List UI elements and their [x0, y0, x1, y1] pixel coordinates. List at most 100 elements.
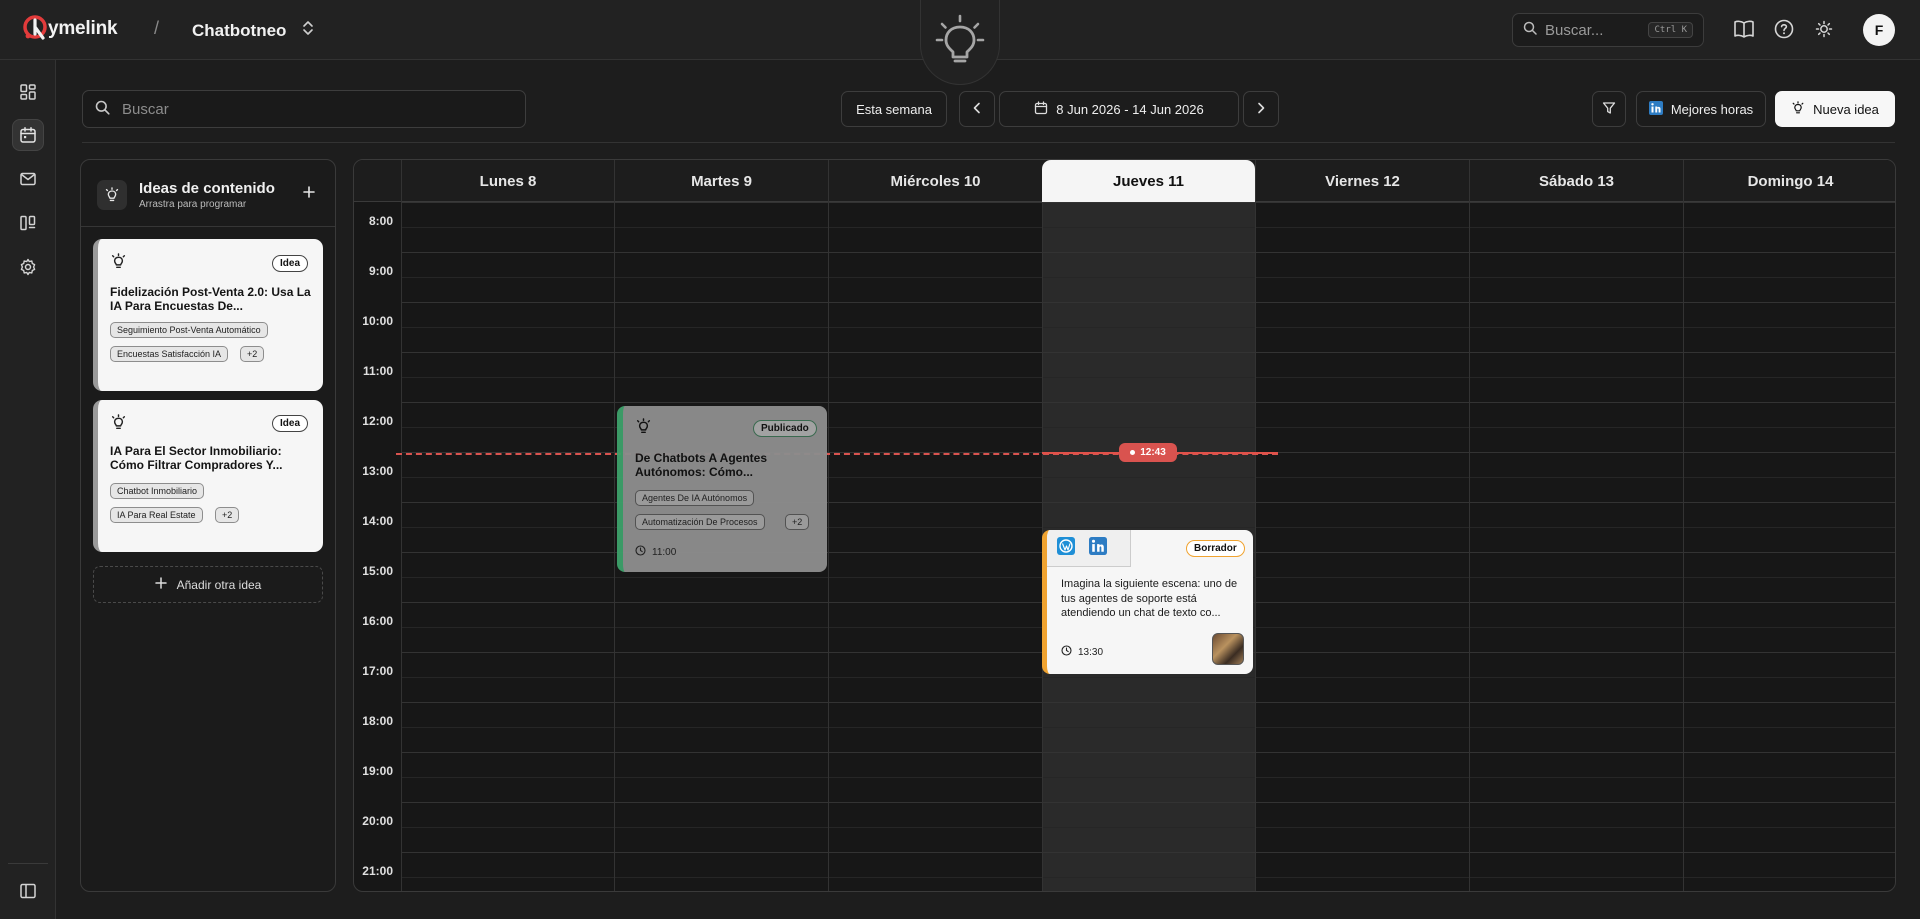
this-week-button[interactable]: Esta semana	[841, 91, 947, 127]
previous-week-button[interactable]	[959, 91, 995, 127]
day-header-wednesday[interactable]: Miércoles 10	[828, 160, 1042, 202]
sun-icon[interactable]	[1812, 17, 1836, 41]
column-divider	[1683, 202, 1684, 891]
hour-label: 18:00	[362, 714, 393, 728]
best-hours-button[interactable]: Mejores horas	[1636, 91, 1766, 127]
idea-title: IA Para El Sector Inmobiliario: Cómo Fil…	[110, 444, 283, 472]
filter-icon	[1602, 101, 1616, 118]
column-divider	[828, 202, 829, 891]
plus-icon	[154, 577, 167, 592]
wordpress-icon[interactable]	[1057, 536, 1075, 560]
draft-event-thumbnail	[1212, 633, 1244, 665]
add-idea-plus-icon[interactable]	[297, 180, 321, 204]
idea-badge: Idea	[272, 255, 309, 272]
hour-label: 11:00	[362, 364, 393, 378]
linkedin-icon	[1648, 100, 1663, 118]
idea-tag: Chatbot Inmobiliario	[110, 483, 205, 499]
calendar-day-header: Lunes 8 Martes 9 Miércoles 10 Jueves 11 …	[354, 160, 1895, 202]
hour-label: 9:00	[368, 264, 393, 278]
half-hour-line	[402, 727, 1895, 728]
app-logo[interactable]: ymelink	[22, 14, 118, 44]
hour-line	[402, 752, 1895, 753]
calendar-grid[interactable]: 8:00 9:00 10:00 11:00 12:00 13:00 14:00 …	[354, 202, 1895, 891]
hour-line	[402, 252, 1895, 253]
day-header-friday[interactable]: Viernes 12	[1255, 160, 1469, 202]
half-hour-line	[402, 227, 1895, 228]
day-header-saturday[interactable]: Sábado 13	[1469, 160, 1683, 202]
filter-button[interactable]	[1592, 91, 1626, 127]
hour-line	[402, 352, 1895, 353]
hour-label: 16:00	[362, 614, 393, 628]
idea-title: Fidelización Post-Venta 2.0: Usa La IA P…	[110, 285, 311, 313]
mail-icon[interactable]	[12, 163, 44, 195]
hour-label: 20:00	[362, 814, 393, 828]
toolbar-divider	[82, 142, 1895, 143]
add-another-idea-button[interactable]: Añadir otra idea	[93, 566, 323, 603]
event-more-tags: +2	[785, 514, 810, 530]
day-header-thursday-today[interactable]: Jueves 11	[1042, 160, 1255, 202]
lightbulb-icon	[110, 414, 127, 436]
project-switcher[interactable]: Chatbotneo	[192, 20, 314, 41]
ideas-panel-header: Ideas de contenido Arrastra para program…	[81, 160, 335, 227]
settings-gear-icon[interactable]	[12, 251, 44, 283]
calendar-icon	[1034, 100, 1048, 118]
lightbulb-icon	[1791, 100, 1805, 118]
idea-card[interactable]: Idea IA Para El Sector Inmobiliario: Cóm…	[93, 400, 323, 552]
calendar-search-input[interactable]: Buscar	[82, 90, 526, 128]
published-event-title: De Chatbots A Agentes Autónomos: Cómo...	[635, 451, 768, 479]
draft-event-time-label: 13:30	[1078, 646, 1104, 658]
lightbulb-icon	[110, 253, 127, 275]
lightbulb-icon	[97, 180, 127, 210]
network-tabs	[1047, 530, 1131, 567]
idea-tag: Encuestas Satisfacción IA	[110, 346, 229, 362]
half-hour-line	[402, 877, 1895, 878]
lightbulb-icon	[635, 418, 652, 440]
published-event-card[interactable]: Publicado De Chatbots A Agentes Autónomo…	[617, 406, 827, 572]
hour-line	[402, 402, 1895, 403]
book-icon[interactable]	[1732, 17, 1756, 41]
chevron-left-icon	[972, 102, 982, 117]
project-name: Chatbotneo	[192, 20, 287, 40]
event-tag: Automatización De Procesos	[635, 514, 765, 530]
new-idea-label: Nueva idea	[1813, 101, 1879, 117]
draft-event-card[interactable]: Borrador Imagina la siguiente escena: un…	[1042, 530, 1253, 674]
idea-bulb-tab[interactable]	[920, 0, 1000, 85]
clock-icon	[1061, 645, 1072, 659]
published-badge: Publicado	[753, 420, 817, 437]
search-shortcut: Ctrl K	[1648, 22, 1693, 38]
linkedin-icon[interactable]	[1089, 536, 1107, 560]
half-hour-line	[402, 277, 1895, 278]
new-idea-button[interactable]: Nueva idea	[1775, 91, 1895, 127]
calendar-icon[interactable]	[12, 119, 44, 151]
current-time-badge: 12:43	[1119, 443, 1177, 462]
half-hour-line	[402, 377, 1895, 378]
next-week-button[interactable]	[1243, 91, 1279, 127]
idea-more-tags: +2	[215, 507, 240, 523]
idea-badge: Idea	[272, 415, 309, 432]
idea-card[interactable]: Idea Fidelización Post-Venta 2.0: Usa La…	[93, 239, 323, 391]
global-search[interactable]: Buscar... Ctrl K	[1512, 13, 1704, 47]
idea-tag: IA Para Real Estate	[110, 507, 203, 523]
half-hour-line	[402, 777, 1895, 778]
add-another-idea-label: Añadir otra idea	[176, 577, 262, 592]
day-header-monday[interactable]: Lunes 8	[401, 160, 614, 202]
day-header-tuesday[interactable]: Martes 9	[614, 160, 828, 202]
clock-icon	[635, 545, 646, 559]
idea-tag: Seguimiento Post-Venta Automático	[110, 322, 268, 338]
sidebar-toggle-icon[interactable]	[12, 875, 44, 907]
hour-line	[402, 702, 1895, 703]
help-icon[interactable]	[1772, 17, 1796, 41]
date-range-button[interactable]: 8 Jun 2026 - 14 Jun 2026	[999, 91, 1239, 127]
half-hour-line	[402, 827, 1895, 828]
column-divider	[401, 202, 402, 891]
global-search-placeholder: Buscar...	[1545, 21, 1604, 39]
day-header-sunday[interactable]: Domingo 14	[1683, 160, 1895, 202]
current-time-dot-icon	[1130, 450, 1136, 455]
hour-label: 19:00	[362, 764, 393, 778]
kanban-icon[interactable]	[12, 207, 44, 239]
dashboard-icon[interactable]	[12, 76, 44, 108]
hour-label: 17:00	[362, 664, 393, 678]
chevron-up-down-icon	[302, 20, 314, 41]
user-avatar[interactable]: F	[1863, 14, 1895, 46]
hour-label: 21:00	[362, 864, 393, 878]
